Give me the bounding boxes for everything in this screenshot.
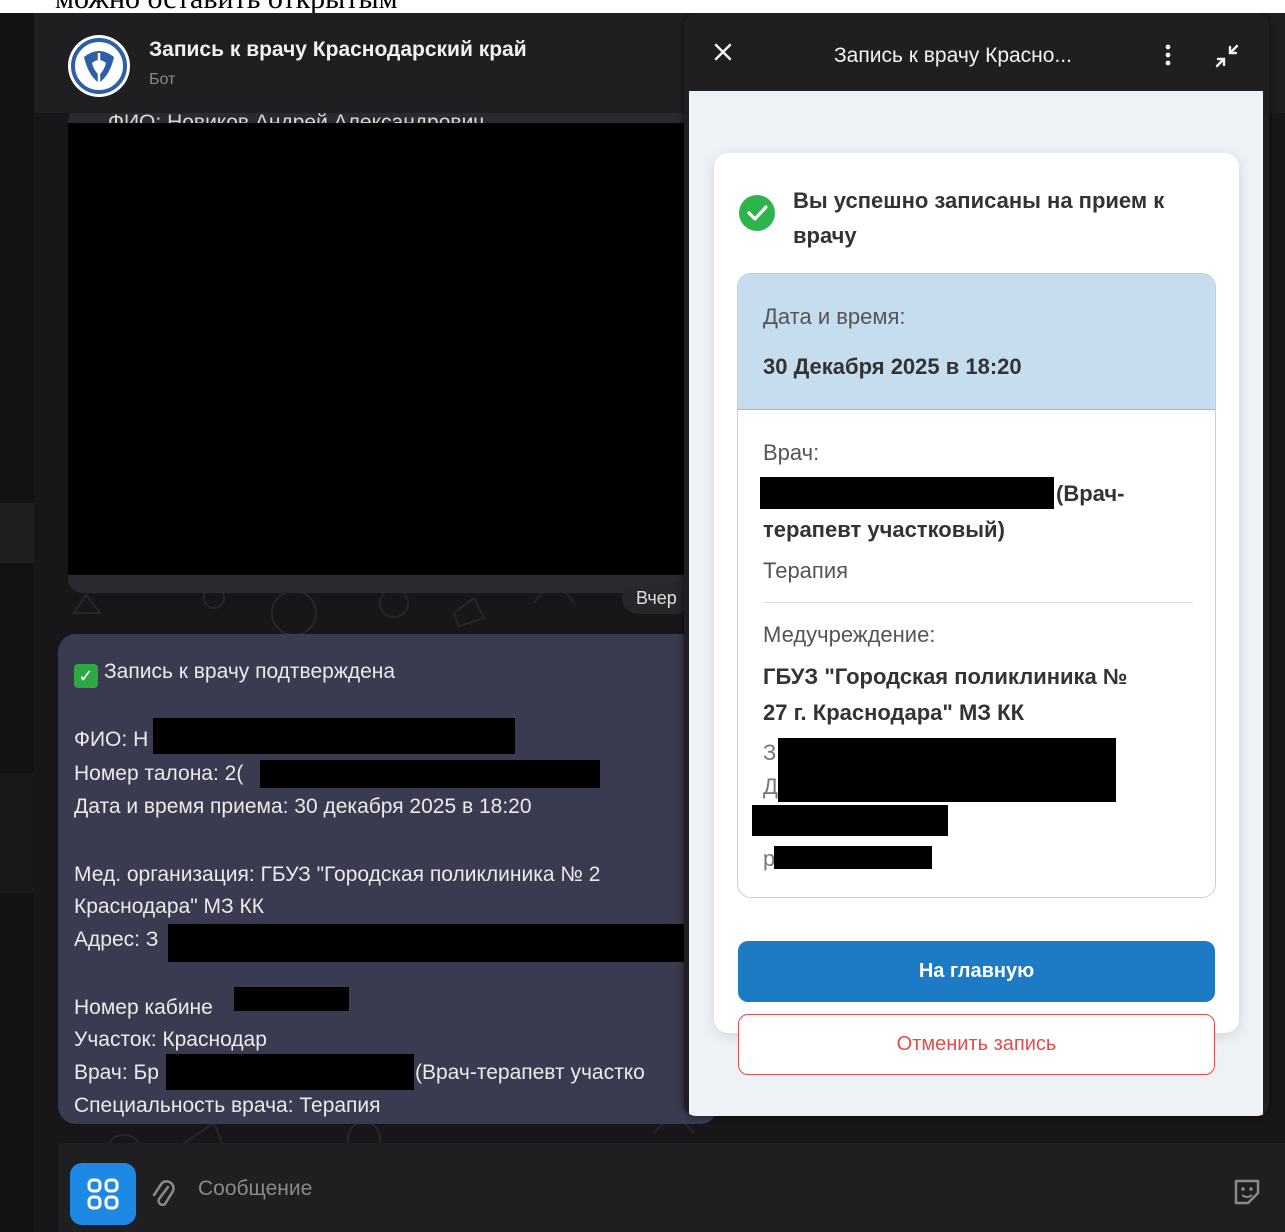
page-caption: можно оставить открытым: [55, 0, 398, 14]
doctor-label: Врач:: [763, 440, 820, 465]
doctor-role: (Врач-: [1056, 481, 1125, 506]
message-doctor: Врач: Бр: [74, 1061, 159, 1084]
address-fragment: Д: [763, 774, 778, 799]
bot-name: Запись к врачу Краснодарский край: [149, 38, 527, 61]
organization-label: Медучреждение:: [763, 622, 936, 647]
redaction-box: [153, 718, 515, 754]
appointment-details: Дата и время: 30 Декабря 2025 в 18:20 Вр…: [737, 273, 1216, 898]
doctor-specialty: Терапия: [763, 558, 849, 583]
confirmation-message[interactable]: ✓ Запись к врачу подтверждена ФИО: Н Номе…: [58, 634, 718, 1124]
doctor-role-line2: терапевт участковый): [763, 517, 1005, 542]
message-specialty: Специальность врача: Терапия: [74, 1094, 381, 1117]
redaction-box: [752, 805, 948, 836]
mini-app-panel: Запись к врачу Красно... Вы успешно запи…: [684, 13, 1269, 1116]
message-organization-line2: Краснодара" МЗ КК: [74, 895, 264, 918]
date-chip: Вчер: [622, 582, 691, 614]
bot-avatar[interactable]: [68, 35, 130, 97]
redaction-box: [168, 924, 718, 962]
chat-list-strip: [0, 13, 34, 1232]
redaction-box: [234, 987, 349, 1011]
datetime-section: Дата и время: 30 Декабря 2025 в 18:20: [738, 274, 1215, 410]
message-organization: Мед. организация: ГБУЗ "Городская поликл…: [74, 863, 601, 886]
success-check-icon: [739, 195, 775, 231]
chat-list-item[interactable]: [0, 773, 34, 893]
redaction-box: [760, 477, 1054, 509]
message-address: Адрес: З: [74, 928, 159, 951]
chat-list-item[interactable]: [0, 503, 34, 563]
divider: [763, 602, 1193, 603]
more-menu-icon[interactable]: [1164, 43, 1172, 67]
message-title: ✓ Запись к врачу подтверждена: [74, 660, 395, 688]
redaction-box: [778, 738, 1116, 802]
sticker-icon[interactable]: [1230, 1175, 1264, 1209]
address-fragment: З: [763, 740, 777, 765]
attach-paperclip-icon[interactable]: [150, 1179, 176, 1209]
message-ticket: Номер талона: 2(: [74, 762, 244, 785]
appointment-card: Вы успешно записаны на прием к врачу Дат…: [714, 153, 1239, 1075]
check-mark-icon: ✓: [74, 664, 98, 688]
mini-app-content: Вы успешно записаны на прием к врачу Дат…: [689, 91, 1263, 1116]
organization-name-line2: 27 г. Краснодара" МЗ КК: [763, 700, 1025, 725]
message-cabinet: Номер кабине: [74, 996, 213, 1019]
redacted-photo[interactable]: [68, 123, 708, 575]
success-message: Вы успешно записаны на прием к врачу: [793, 188, 1165, 248]
collapse-icon[interactable]: [1214, 43, 1240, 69]
datetime-value: 30 Декабря 2025 в 18:20: [763, 354, 1022, 379]
message-input-bar: Сообщение: [58, 1143, 1285, 1232]
redaction-box: [774, 846, 932, 869]
home-button[interactable]: На главную: [738, 941, 1215, 1002]
apps-grid-icon: [87, 1178, 119, 1210]
photo-message[interactable]: ФИО: Новиков Андрей Александрович: [68, 107, 708, 593]
message-datetime: Дата и время приема: 30 декабря 2025 в 1…: [74, 795, 532, 818]
message-input[interactable]: Сообщение: [198, 1177, 312, 1201]
medical-logo-icon: [70, 37, 128, 95]
redaction-box: [166, 1054, 414, 1090]
organization-name: ГБУЗ "Городская поликлиника №: [763, 664, 1128, 689]
datetime-label: Дата и время:: [763, 304, 906, 329]
apps-button[interactable]: [70, 1163, 136, 1225]
mini-app-header: Запись к врачу Красно...: [684, 13, 1269, 91]
mini-app-title: Запись к врачу Красно...: [834, 44, 1072, 67]
telegram-window: Запись к врачу Краснодарский край Бот ФИ…: [0, 13, 1285, 1232]
message-fio: ФИО: Н: [74, 728, 149, 751]
message-doctor-role: (Врач-терапевт участко: [415, 1061, 645, 1084]
bot-subtitle: Бот: [149, 71, 176, 88]
message-area: Участок: Краснодар: [74, 1028, 267, 1051]
close-icon[interactable]: [712, 41, 734, 63]
redaction-box: [260, 760, 600, 788]
cancel-appointment-button[interactable]: Отменить запись: [738, 1014, 1215, 1075]
